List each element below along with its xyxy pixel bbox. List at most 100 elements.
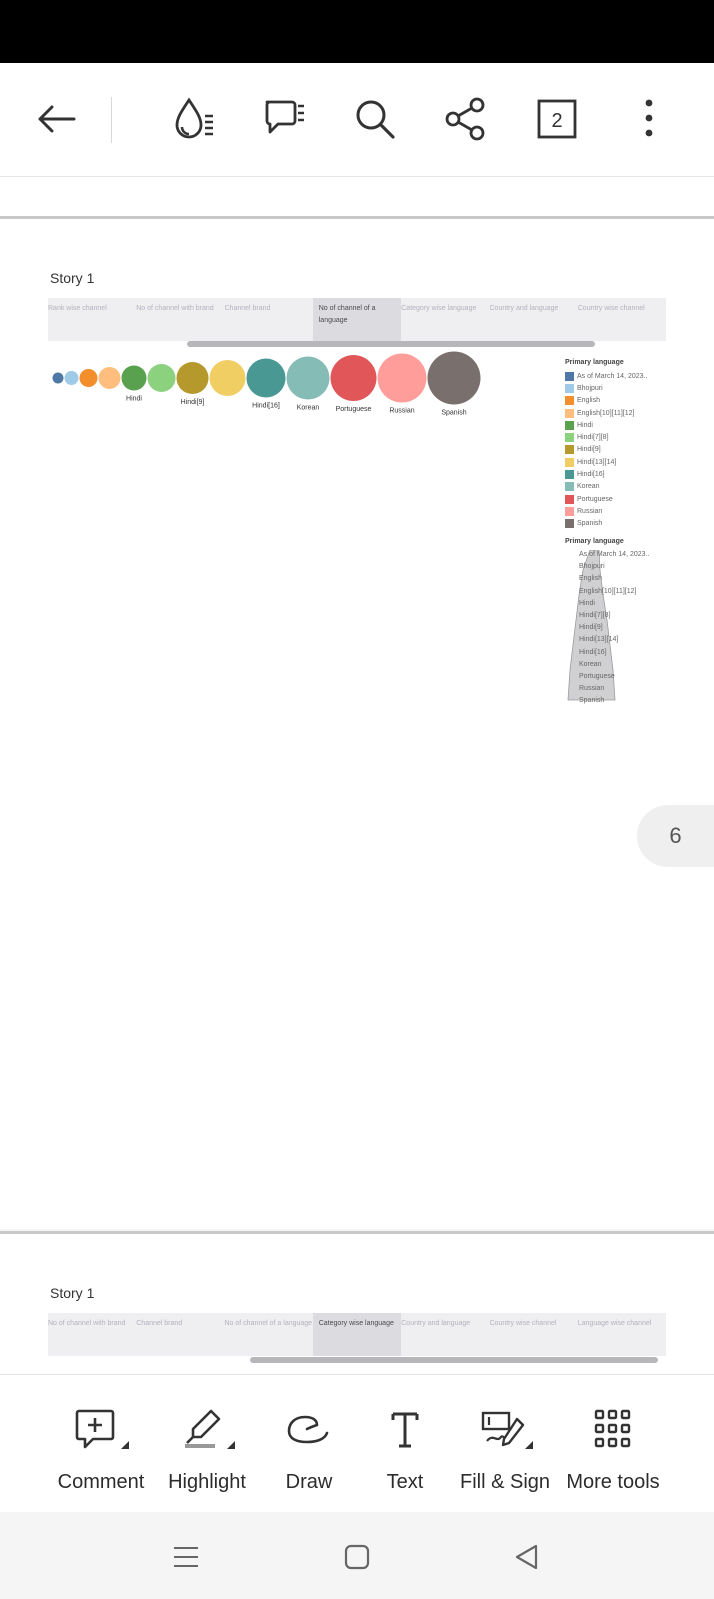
size-legend-item[interactable]: Hindi — [565, 598, 665, 610]
draw-tool[interactable]: Draw — [254, 1375, 364, 1505]
bubble[interactable] — [176, 362, 209, 394]
legend-swatch — [565, 420, 574, 430]
story-tab[interactable]: No of channel with brand — [136, 298, 224, 341]
bubble[interactable] — [427, 351, 481, 405]
bubble[interactable] — [147, 364, 176, 392]
bubble-label: Spanish — [441, 410, 466, 417]
story-tab[interactable]: Channel brand — [225, 298, 313, 341]
text-icon — [391, 1412, 419, 1448]
story-tab[interactable]: Country wise channel — [578, 298, 666, 341]
size-legend-item[interactable]: Russian — [565, 683, 665, 695]
story-tab[interactable]: Country and language — [401, 1313, 489, 1356]
size-legend-item[interactable]: Bhojpuri — [565, 561, 665, 573]
size-legend-item[interactable]: Hindi[7][8] — [565, 610, 665, 622]
legend-item[interactable]: As of March 14, 2023.. — [565, 370, 665, 382]
story-tab[interactable]: No of channel of a language — [312, 298, 402, 341]
bubble[interactable] — [64, 371, 79, 385]
story-tab[interactable]: Country wise channel — [490, 1313, 578, 1356]
legend-item[interactable]: Spanish — [565, 518, 665, 530]
story-tab[interactable]: Category wise language — [312, 1313, 402, 1356]
story-tab[interactable]: No of channel of a language — [225, 1313, 313, 1356]
bubble[interactable] — [79, 369, 98, 387]
legend-item[interactable]: Hindi[16] — [565, 468, 665, 480]
document-page-2: Story 1 No of channel with brand Channel … — [0, 1234, 714, 1374]
text-tool[interactable]: Text — [350, 1375, 460, 1505]
legend-swatch — [565, 457, 574, 467]
legend-swatch — [565, 433, 574, 443]
story-tab[interactable]: Channel brand — [136, 1313, 224, 1356]
search-icon[interactable] — [349, 93, 401, 145]
legend-item[interactable]: Hindi[9] — [565, 444, 665, 456]
size-legend-item[interactable]: English[10][11][12] — [565, 586, 665, 598]
fill-sign-tool[interactable]: Fill & Sign — [450, 1375, 560, 1505]
legend-label: Hindi[7][8] — [577, 434, 609, 442]
legend-item[interactable]: Hindi[7][8] — [565, 431, 665, 443]
size-legend-item[interactable]: Spanish — [565, 695, 665, 707]
bubble-chart: Hindi Hindi[9] Hindi[16] Korean Portuguese Ru… — [52, 351, 481, 417]
page-number-badge[interactable]: 6 — [637, 805, 714, 867]
more-tools-icon — [594, 1409, 631, 1448]
highlight-tool[interactable]: Highlight — [152, 1375, 262, 1505]
bubble[interactable] — [377, 353, 427, 403]
size-legend-item[interactable]: Hindi[13][14] — [565, 634, 665, 646]
legend-label: Russian — [577, 507, 603, 515]
bottom-tools-bar: Comment Highlight Draw Text Fill & Sign … — [0, 1374, 714, 1513]
back-icon[interactable] — [507, 1542, 547, 1572]
legend-item[interactable]: Hindi — [565, 419, 665, 431]
page-count-value: 2 — [551, 110, 562, 132]
size-legend: Primary language As of March 14, 2023.. B… — [565, 538, 665, 707]
tabs-scrollbar[interactable] — [187, 341, 595, 347]
story-tab[interactable]: Category wise language — [401, 298, 489, 341]
legend-swatch — [565, 482, 574, 492]
story-tab[interactable]: Language wise channel — [578, 1313, 666, 1356]
legend-label: Korean — [577, 483, 600, 491]
legend-label: English — [577, 397, 600, 405]
share-icon[interactable] — [440, 93, 492, 145]
page-count-icon[interactable]: 2 — [531, 93, 583, 145]
bubble[interactable] — [209, 360, 246, 396]
story-tab[interactable]: Country and language — [490, 298, 578, 341]
legend-item[interactable]: English — [565, 395, 665, 407]
bubble[interactable] — [330, 355, 377, 401]
size-legend-item[interactable]: Korean — [565, 659, 665, 671]
legend-item[interactable]: Hindi[13][14] — [565, 456, 665, 468]
legend-label: Spanish — [577, 520, 603, 528]
tabs-scrollbar[interactable] — [250, 1357, 658, 1363]
story-tab[interactable]: No of channel with brand — [48, 1313, 136, 1356]
legend-item[interactable]: Russian — [565, 505, 665, 517]
bubble-label: Korean — [297, 405, 320, 412]
more-tools-button[interactable]: More tools — [558, 1375, 668, 1505]
color-legend: Primary language As of March 14, 2023.. B… — [565, 359, 665, 530]
bubble[interactable] — [98, 367, 121, 389]
story-title: Story 1 — [50, 270, 95, 286]
top-toolbar: 2 — [0, 63, 714, 177]
tool-label: Text — [386, 1471, 424, 1493]
bubble[interactable] — [121, 365, 147, 391]
comment-tool[interactable]: Comment — [46, 1375, 156, 1505]
story-tab[interactable]: Rank wise channel — [48, 298, 136, 341]
bubble[interactable] — [286, 356, 330, 400]
bubble-label: Portuguese — [336, 406, 372, 413]
story-tabs: No of channel with brand Channel brand No … — [48, 1313, 666, 1356]
home-icon[interactable] — [337, 1542, 377, 1572]
back-arrow-icon[interactable] — [30, 93, 82, 145]
legend-label: Bhojpuri — [577, 384, 603, 392]
size-legend-item[interactable]: Portuguese — [565, 671, 665, 683]
legend-item[interactable]: Korean — [565, 481, 665, 493]
recents-icon[interactable] — [166, 1542, 206, 1572]
size-legend-item[interactable]: Hindi[16] — [565, 647, 665, 659]
size-legend-item[interactable]: As of March 14, 2023.. — [565, 549, 665, 561]
more-options-icon[interactable] — [623, 93, 675, 145]
bubble-label: Russian — [389, 408, 414, 415]
legend-swatch — [565, 506, 574, 516]
tool-label: Highlight — [168, 1471, 246, 1493]
legend-item[interactable]: English[10][11][12] — [565, 407, 665, 419]
legend-item[interactable]: Bhojpuri — [565, 382, 665, 394]
reading-mode-icon[interactable] — [168, 93, 220, 145]
size-legend-item[interactable]: English — [565, 573, 665, 585]
comments-list-icon[interactable] — [259, 93, 311, 145]
bubble[interactable] — [246, 358, 286, 398]
legend-item[interactable]: Portuguese — [565, 493, 665, 505]
bubble[interactable] — [52, 372, 64, 384]
size-legend-item[interactable]: Hindi[9] — [565, 622, 665, 634]
